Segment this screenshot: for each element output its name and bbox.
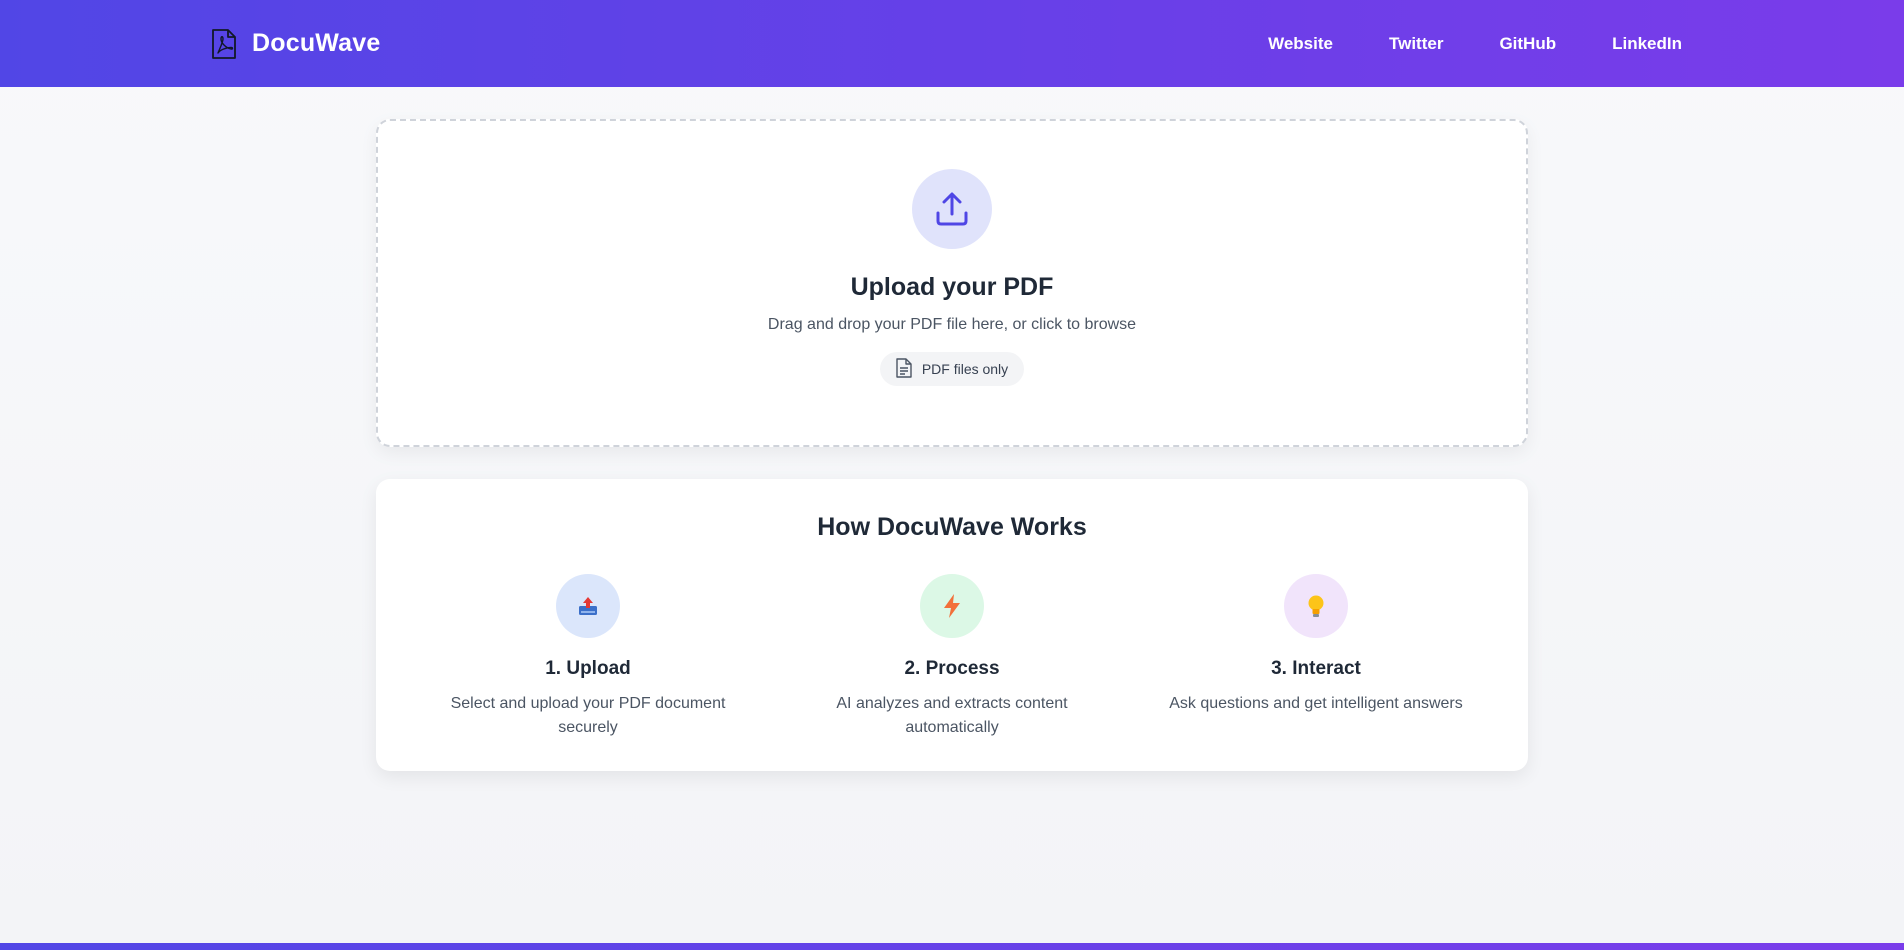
lightbulb-icon [1284, 574, 1348, 638]
inbox-upload-icon [556, 574, 620, 638]
upload-dropzone[interactable]: Upload your PDF Drag and drop your PDF f… [376, 119, 1528, 447]
step-process: 2. Process AI analyzes and extracts cont… [770, 574, 1134, 740]
main-content: Upload your PDF Drag and drop your PDF f… [376, 119, 1528, 771]
nav-link-github[interactable]: GitHub [1499, 34, 1556, 54]
nav-link-twitter[interactable]: Twitter [1389, 34, 1443, 54]
upload-title: Upload your PDF [850, 273, 1054, 301]
step-upload: 1. Upload Select and upload your PDF doc… [406, 574, 770, 740]
top-navbar: DocuWave Website Twitter GitHub LinkedIn [0, 0, 1904, 87]
brand-name: DocuWave [252, 29, 381, 57]
lightning-icon [920, 574, 984, 638]
step-title: 2. Process [904, 658, 1000, 679]
step-description: Select and upload your PDF document secu… [450, 695, 726, 736]
nav-link-linkedin[interactable]: LinkedIn [1612, 34, 1682, 54]
step-description: Ask questions and get intelligent answer… [1169, 695, 1463, 712]
nav-link-website[interactable]: Website [1268, 34, 1333, 54]
file-type-badge: PDF files only [879, 352, 1025, 386]
upload-icon [912, 169, 992, 249]
brand[interactable]: DocuWave [210, 28, 380, 60]
step-title: 3. Interact [1271, 658, 1361, 679]
nav-links: Website Twitter GitHub LinkedIn [1268, 34, 1682, 54]
file-type-label: PDF files only [921, 361, 1009, 377]
step-title: 1. Upload [545, 658, 631, 679]
step-interact: 3. Interact Ask questions and get intell… [1134, 574, 1498, 740]
document-icon [896, 357, 912, 381]
upload-subtitle: Drag and drop your PDF file here, or cli… [767, 316, 1137, 333]
step-description: AI analyzes and extracts content automat… [836, 695, 1068, 736]
steps-list: 1. Upload Select and upload your PDF doc… [376, 574, 1528, 740]
bottom-accent-bar [0, 943, 1904, 950]
pdf-file-icon [210, 28, 238, 60]
how-it-works-title: How DocuWave Works [817, 513, 1087, 541]
how-it-works-card: How DocuWave Works 1. Upload Select and … [376, 479, 1528, 771]
